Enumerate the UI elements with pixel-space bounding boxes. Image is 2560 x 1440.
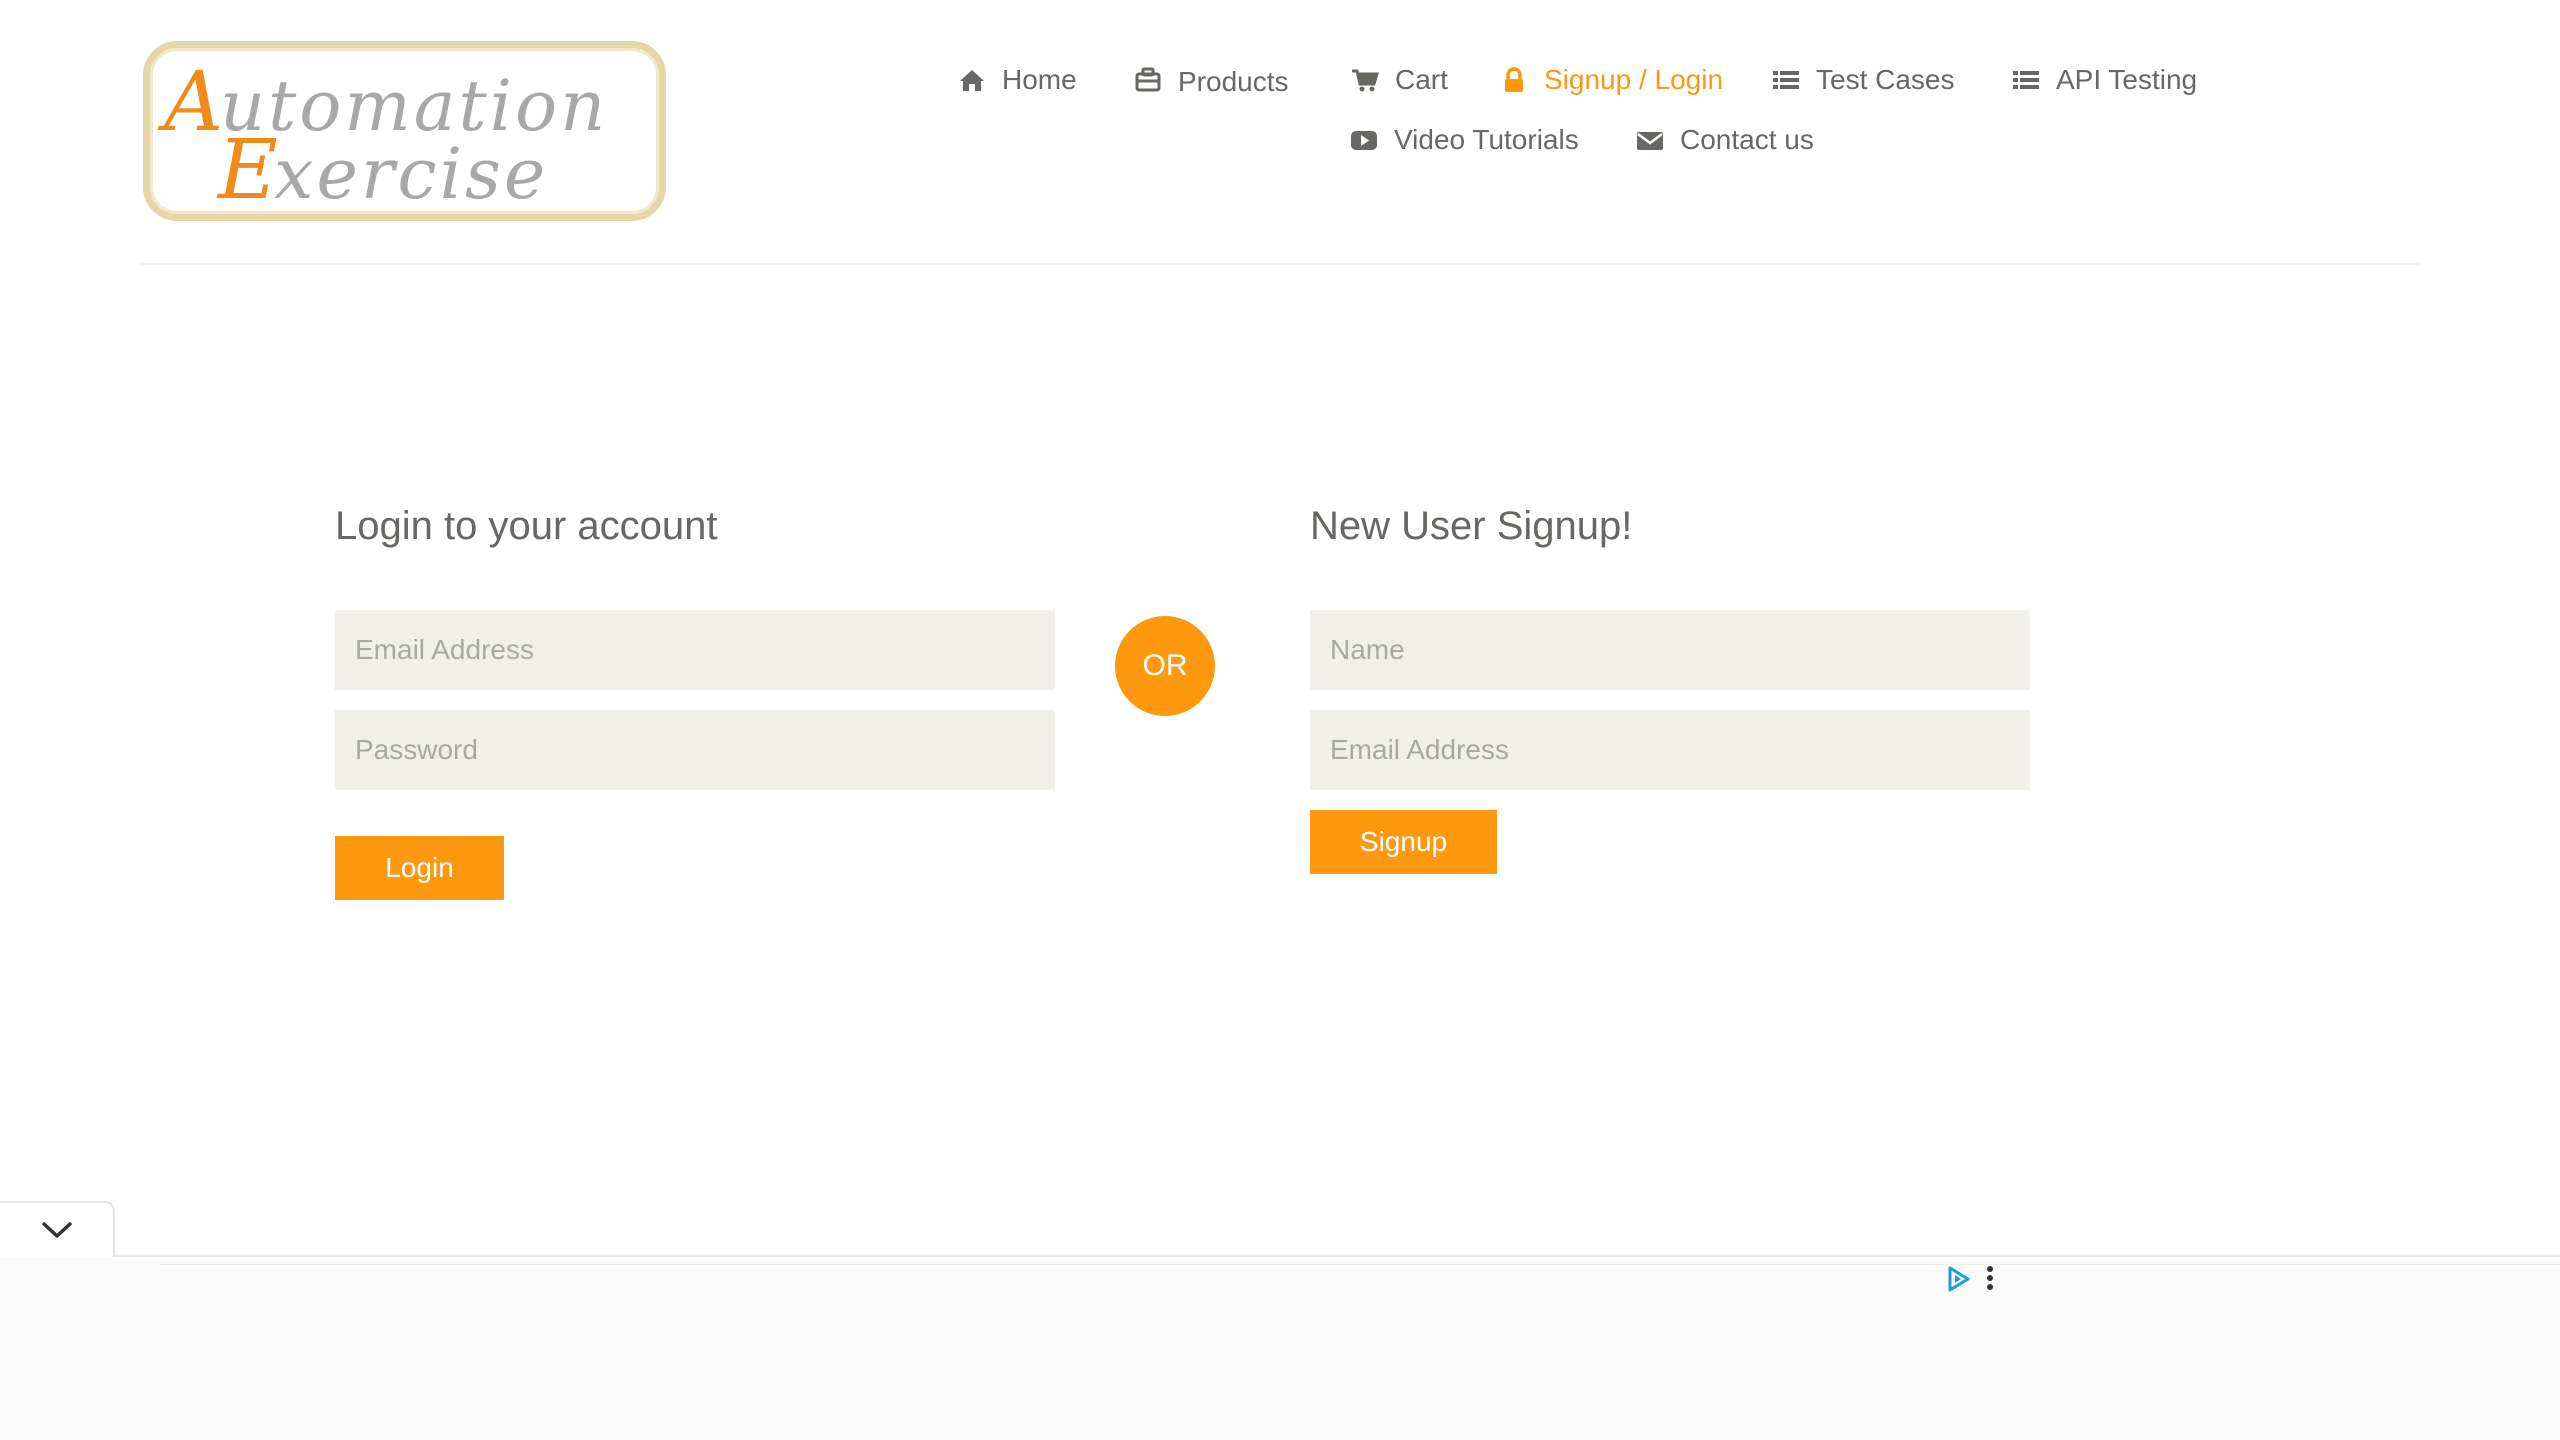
nav-products[interactable]: Products [1134, 59, 1289, 101]
nav-home[interactable]: Home [958, 59, 1077, 101]
nav-signup-login[interactable]: Signup / Login [1500, 59, 1723, 101]
nav-home-label: Home [1002, 64, 1077, 95]
nav-api-testing[interactable]: API Testing [2012, 59, 2197, 101]
site-logo[interactable]: A utomation E xercise [143, 41, 666, 221]
logo-initial-e: E [216, 123, 278, 214]
signup-email-input[interactable] [1310, 710, 2030, 790]
ad-banner-divider [160, 1264, 2560, 1265]
login-title: Login to your account [335, 504, 718, 548]
nav-test-cases-label: Test Cases [1816, 64, 1955, 95]
signup-title: New User Signup! [1310, 504, 1633, 548]
nav-contact-us[interactable]: Contact us [1636, 119, 1814, 161]
header-divider [140, 263, 2420, 265]
envelope-icon [1636, 126, 1664, 154]
login-password-input[interactable] [335, 710, 1055, 790]
list-icon [1772, 66, 1800, 94]
more-vertical-icon[interactable] [1980, 1264, 2000, 1294]
nav-products-label: Products [1178, 66, 1289, 97]
login-email-input[interactable] [335, 610, 1055, 690]
home-icon [958, 66, 986, 94]
nav-signup-login-label: Signup / Login [1544, 64, 1724, 95]
chevron-down-icon [41, 1220, 73, 1240]
cart-icon [1351, 66, 1379, 94]
login-button[interactable]: Login [335, 836, 504, 900]
nav-test-cases[interactable]: Test Cases [1772, 59, 1955, 101]
logo-artwork: A utomation E xercise [157, 55, 605, 214]
logo-rest-2: xercise [274, 133, 548, 214]
nav-video-tutorials[interactable]: Video Tutorials [1350, 119, 1579, 161]
briefcase-icon [1134, 66, 1162, 94]
or-badge: OR [1115, 616, 1215, 716]
nav-api-testing-label: API Testing [2056, 64, 2198, 95]
nav-contact-us-label: Contact us [1680, 124, 1814, 155]
nav-cart[interactable]: Cart [1351, 59, 1448, 101]
signup-button[interactable]: Signup [1310, 810, 1497, 874]
list-icon [2012, 66, 2040, 94]
logo-initial-a: A [157, 55, 223, 150]
ad-banner [0, 1255, 2560, 1440]
youtube-play-icon [1350, 126, 1378, 154]
ad-collapse-button[interactable] [0, 1201, 115, 1257]
nav-video-tutorials-label: Video Tutorials [1394, 124, 1579, 155]
nav-cart-label: Cart [1395, 64, 1448, 95]
adchoices-icon[interactable] [1944, 1265, 1972, 1293]
signup-name-input[interactable] [1310, 610, 2030, 690]
page: A utomation E xercise Home Products Cart… [0, 0, 2560, 1440]
lock-icon [1500, 66, 1528, 94]
